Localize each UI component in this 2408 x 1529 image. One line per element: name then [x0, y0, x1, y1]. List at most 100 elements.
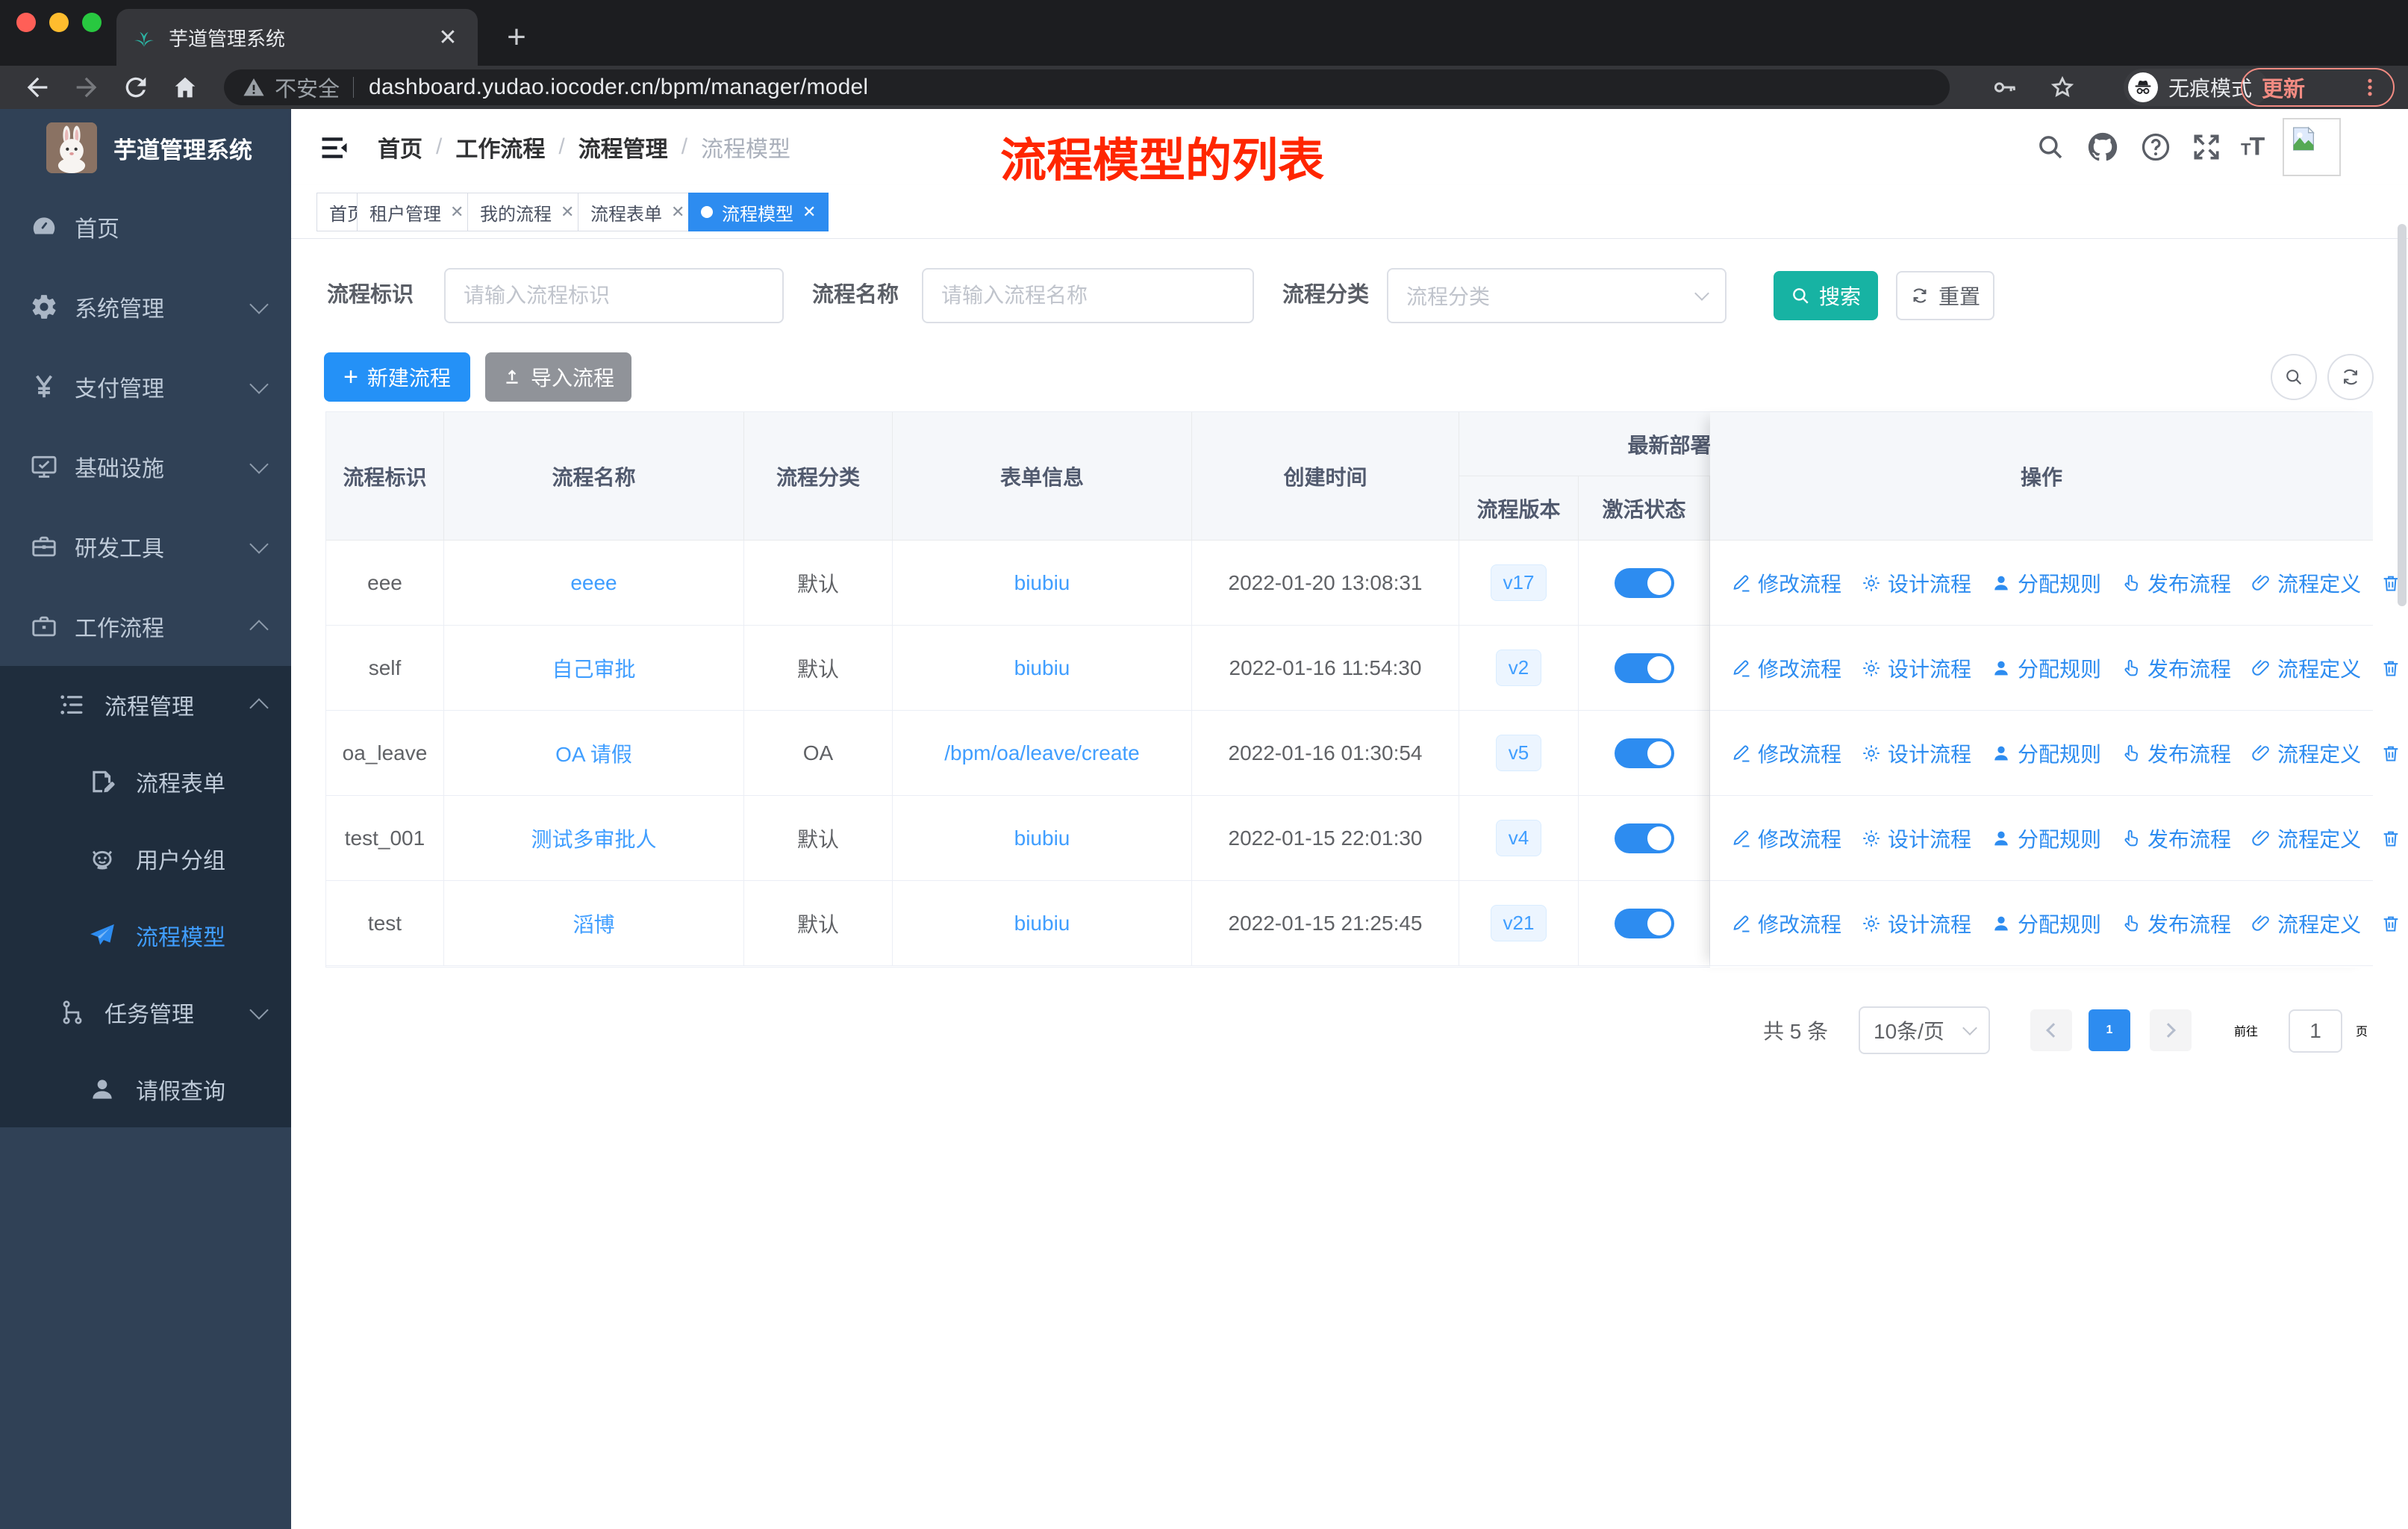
delete-action[interactable]: 删除	[2380, 653, 2408, 683]
delete-action[interactable]: 删除	[2380, 909, 2408, 938]
process-name-link[interactable]: 测试多审批人	[531, 823, 656, 853]
tag-process-form[interactable]: 流程表单 ✕	[578, 193, 698, 231]
back-icon[interactable]	[22, 72, 52, 102]
prev-page-button[interactable]	[2030, 1009, 2072, 1051]
modify-process-action[interactable]: 修改流程	[1731, 653, 1841, 683]
assign-rule-action[interactable]: 分配规则	[1991, 738, 2101, 768]
process-key-input[interactable]	[444, 268, 784, 323]
tag-tenant[interactable]: 租户管理 ✕	[357, 193, 477, 231]
search-icon[interactable]	[2035, 131, 2066, 163]
process-definition-action[interactable]: 流程定义	[2251, 568, 2361, 598]
traffic-light-close[interactable]	[16, 13, 36, 32]
traffic-light-zoom[interactable]	[82, 13, 102, 32]
process-definition-action[interactable]: 流程定义	[2251, 823, 2361, 853]
design-process-action[interactable]: 设计流程	[1861, 738, 1971, 768]
sidebar-item-system[interactable]: 系统管理	[0, 267, 291, 346]
page-size-select[interactable]: 10条/页	[1859, 1006, 1990, 1054]
sidebar-item-process-form[interactable]: 流程表单	[0, 743, 291, 820]
version-badge[interactable]: v5	[1495, 734, 1542, 772]
deploy-process-action[interactable]: 发布流程	[2121, 823, 2231, 853]
show-search-toggle-button[interactable]	[2271, 354, 2317, 400]
close-icon[interactable]: ✕	[561, 202, 574, 222]
fullscreen-icon[interactable]	[2190, 131, 2223, 164]
design-process-action[interactable]: 设计流程	[1861, 909, 1971, 938]
breadcrumb-home[interactable]: 首页	[378, 131, 422, 164]
bookmark-star-icon[interactable]	[2048, 73, 2077, 102]
version-badge[interactable]: v21	[1490, 904, 1547, 942]
process-definition-action[interactable]: 流程定义	[2251, 738, 2361, 768]
version-badge[interactable]: v2	[1495, 649, 1542, 687]
browser-scrollbar[interactable]	[2398, 224, 2407, 606]
reload-icon[interactable]	[121, 72, 151, 102]
search-button[interactable]: 搜索	[1774, 271, 1878, 320]
design-process-action[interactable]: 设计流程	[1861, 823, 1971, 853]
browser-menu-icon[interactable]	[2359, 76, 2381, 99]
avatar[interactable]	[2283, 118, 2341, 176]
traffic-light-minimize[interactable]	[49, 13, 69, 32]
version-badge[interactable]: v4	[1495, 819, 1542, 857]
font-size-icon[interactable]: TT	[2241, 133, 2265, 162]
update-button[interactable]: 更新	[2241, 68, 2395, 107]
form-info-link[interactable]: /bpm/oa/leave/create	[944, 741, 1140, 765]
close-icon[interactable]: ✕	[802, 202, 816, 222]
active-toggle[interactable]	[1614, 567, 1674, 598]
form-info-link[interactable]: biubiu	[1014, 571, 1070, 595]
sidebar-item-payment[interactable]: 支付管理	[0, 346, 291, 426]
process-name-link[interactable]: eeee	[570, 571, 617, 595]
url-bar[interactable]: 不安全 dashboard.yudao.iocoder.cn/bpm/manag…	[224, 69, 1950, 105]
import-process-button[interactable]: 导入流程	[485, 352, 631, 402]
sidebar-item-infra[interactable]: 基础设施	[0, 426, 291, 506]
deploy-process-action[interactable]: 发布流程	[2121, 738, 2231, 768]
assign-rule-action[interactable]: 分配规则	[1991, 653, 2101, 683]
modify-process-action[interactable]: 修改流程	[1731, 909, 1841, 938]
design-process-action[interactable]: 设计流程	[1861, 568, 1971, 598]
delete-action[interactable]: 删除	[2380, 823, 2408, 853]
process-definition-action[interactable]: 流程定义	[2251, 909, 2361, 938]
modify-process-action[interactable]: 修改流程	[1731, 823, 1841, 853]
help-icon[interactable]	[2139, 131, 2172, 164]
sidebar-fold-icon[interactable]	[318, 131, 351, 164]
new-tab-button[interactable]: +	[496, 16, 537, 58]
browser-tab[interactable]: 芋道管理系统 ✕	[116, 9, 478, 66]
sidebar-item-user-group[interactable]: 用户分组	[0, 820, 291, 897]
sidebar-item-process-model[interactable]: 流程模型	[0, 897, 291, 974]
tag-my-process[interactable]: 我的流程 ✕	[467, 193, 587, 231]
key-icon[interactable]	[1991, 74, 2018, 101]
github-icon[interactable]	[2086, 130, 2120, 164]
tab-close-icon[interactable]: ✕	[433, 25, 463, 51]
form-info-link[interactable]: biubiu	[1014, 656, 1070, 680]
delete-action[interactable]: 删除	[2380, 738, 2408, 768]
deploy-process-action[interactable]: 发布流程	[2121, 568, 2231, 598]
process-name-input[interactable]	[922, 268, 1254, 323]
assign-rule-action[interactable]: 分配规则	[1991, 909, 2101, 938]
tag-process-model[interactable]: 流程模型 ✕	[688, 193, 829, 231]
sidebar-item-leave-query[interactable]: 请假查询	[0, 1050, 291, 1127]
breadcrumb-process-mgmt[interactable]: 流程管理	[578, 131, 668, 164]
reset-button[interactable]: 重置	[1896, 271, 1994, 320]
form-info-link[interactable]: biubiu	[1014, 826, 1070, 850]
sidebar-item-task-mgmt[interactable]: 任务管理	[0, 974, 291, 1050]
active-toggle[interactable]	[1614, 653, 1674, 683]
active-toggle[interactable]	[1614, 823, 1674, 853]
forward-icon[interactable]	[72, 72, 102, 102]
create-process-button[interactable]: + 新建流程	[324, 352, 470, 402]
process-name-link[interactable]: 自己审批	[552, 653, 635, 683]
modify-process-action[interactable]: 修改流程	[1731, 568, 1841, 598]
sidebar-item-home[interactable]: 首页	[0, 187, 291, 267]
refresh-table-button[interactable]	[2327, 354, 2374, 400]
close-icon[interactable]: ✕	[671, 202, 684, 222]
modify-process-action[interactable]: 修改流程	[1731, 738, 1841, 768]
design-process-action[interactable]: 设计流程	[1861, 653, 1971, 683]
breadcrumb-workflow[interactable]: 工作流程	[455, 131, 545, 164]
deploy-process-action[interactable]: 发布流程	[2121, 909, 2231, 938]
assign-rule-action[interactable]: 分配规则	[1991, 568, 2101, 598]
category-select[interactable]: 流程分类	[1387, 268, 1727, 323]
home-icon[interactable]	[170, 72, 200, 102]
form-info-link[interactable]: biubiu	[1014, 912, 1070, 935]
version-badge[interactable]: v17	[1490, 564, 1547, 602]
close-icon[interactable]: ✕	[450, 202, 464, 222]
page-number-1[interactable]: 1	[2089, 1009, 2130, 1051]
sidebar-item-workflow[interactable]: 工作流程	[0, 586, 291, 666]
sidebar-item-process-mgmt[interactable]: 流程管理	[0, 666, 291, 743]
active-toggle[interactable]	[1614, 738, 1674, 768]
